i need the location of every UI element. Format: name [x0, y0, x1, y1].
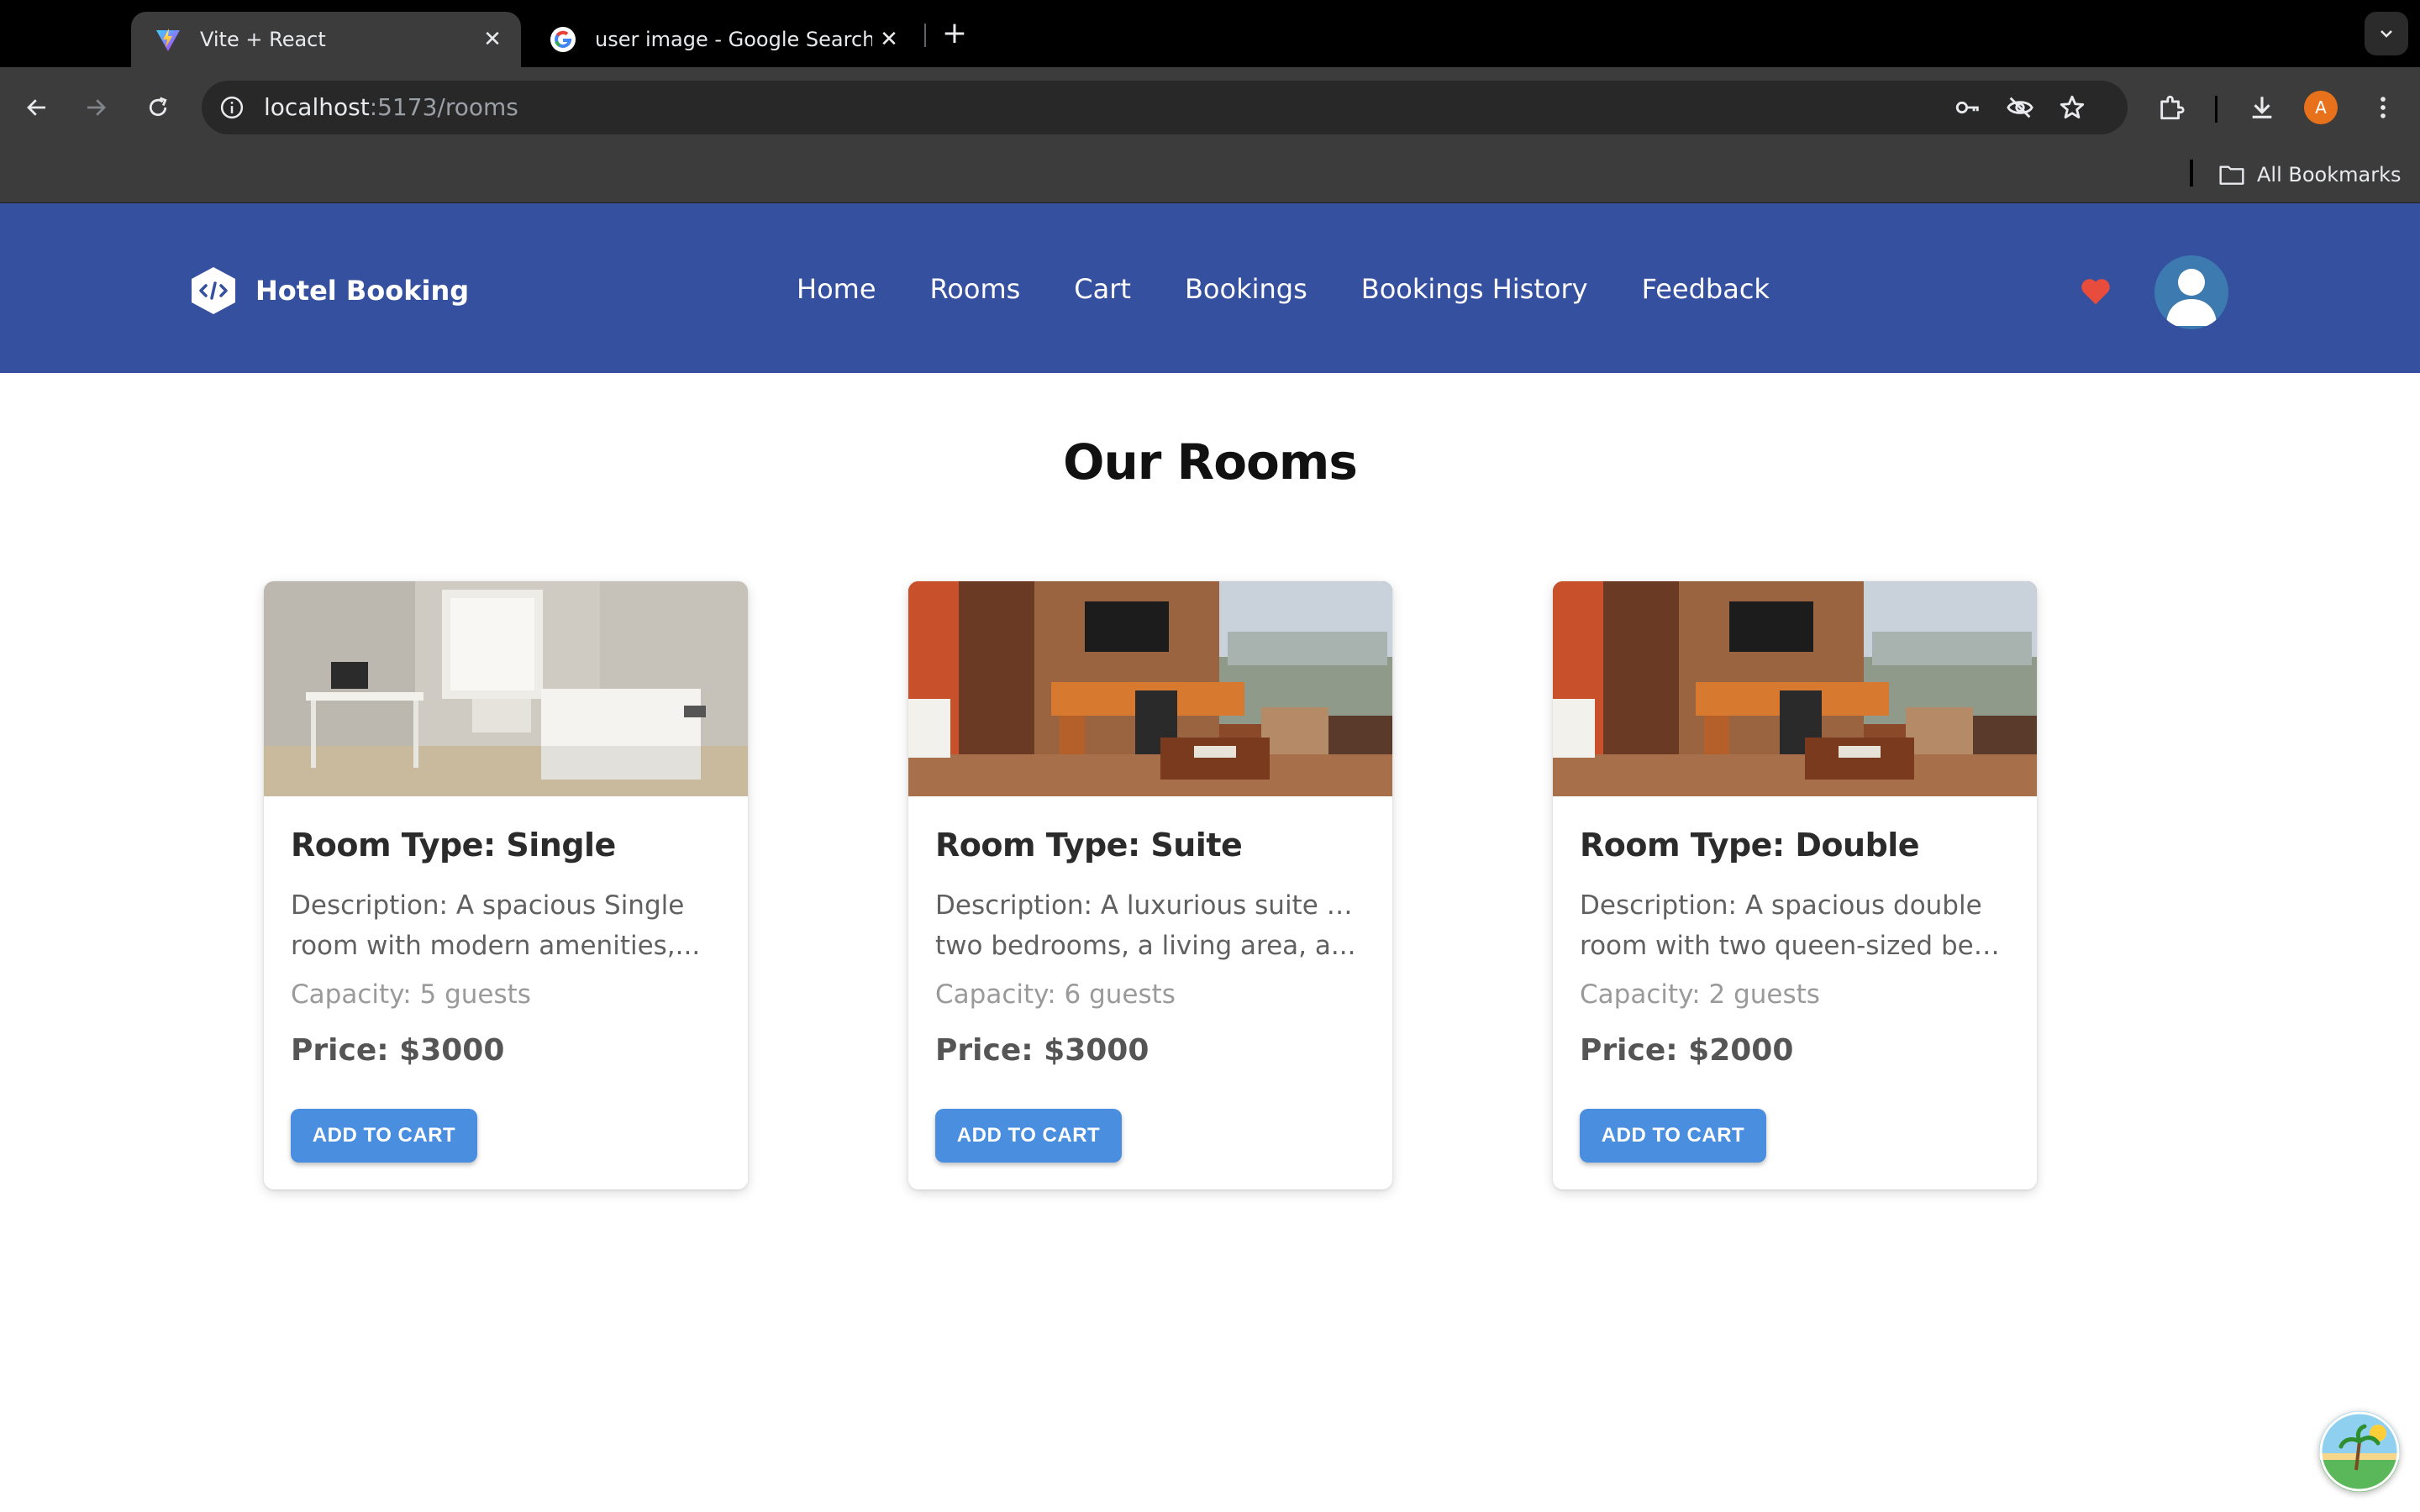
eye-off-icon[interactable] — [2003, 91, 2037, 124]
nav-cart[interactable]: Cart — [1074, 273, 1131, 305]
close-tab-icon[interactable]: ✕ — [476, 23, 509, 56]
room-capacity: Capacity: 6 guests — [935, 979, 1176, 1010]
brand-name: Hotel Booking — [255, 275, 470, 307]
floating-beach-badge-icon[interactable] — [2319, 1411, 2400, 1492]
room-type: Room Type: Suite — [935, 827, 1243, 864]
toolbar-divider — [2215, 96, 2217, 123]
add-to-cart-button[interactable]: ADD TO CART — [291, 1109, 477, 1163]
room-card-double: Room Type: Double Description: A spaciou… — [1553, 581, 2037, 1189]
room-description: Description: A luxurious suite with two … — [935, 890, 1365, 961]
brand-link[interactable]: Hotel Booking — [190, 265, 469, 316]
reload-icon[interactable] — [138, 87, 178, 128]
tab-title: user image - Google Search — [595, 28, 872, 51]
room-type: Room Type: Double — [1580, 827, 1920, 864]
browser-tab-vite[interactable]: Vite + React ✕ — [131, 12, 521, 67]
nav-bookings[interactable]: Bookings — [1185, 273, 1307, 305]
new-tab-icon[interactable]: + — [938, 15, 971, 52]
forward-arrow-icon[interactable] — [76, 87, 116, 128]
address-bar[interactable]: localhost:5173/rooms — [202, 81, 2128, 134]
all-bookmarks-button[interactable]: All Bookmarks — [2218, 155, 2401, 195]
profile-avatar[interactable]: A — [2304, 91, 2338, 124]
folder-icon — [2219, 165, 2244, 185]
tab-search-chevron-down-icon[interactable] — [2365, 12, 2408, 55]
tab-title: Vite + React — [200, 28, 326, 51]
page-title: Our Rooms — [1063, 433, 1358, 491]
room-price: Price: $3000 — [935, 1033, 1150, 1068]
bookmarks-separator — [2190, 160, 2193, 186]
site-header: Hotel Booking Home Rooms Cart Bookings B… — [0, 203, 2420, 373]
nav-home[interactable]: Home — [797, 273, 876, 305]
room-card-single: Room Type: Single Description: A spaciou… — [264, 581, 748, 1189]
site-info-icon[interactable] — [215, 91, 249, 124]
password-key-icon[interactable] — [1951, 91, 1985, 124]
tab-separator — [924, 24, 926, 47]
room-capacity: Capacity: 2 guests — [1580, 979, 1820, 1010]
all-bookmarks-label: All Bookmarks — [2257, 163, 2402, 186]
back-arrow-icon[interactable] — [17, 87, 57, 128]
room-price: Price: $2000 — [1580, 1033, 1794, 1068]
nav-feedback[interactable]: Feedback — [1642, 273, 1770, 305]
download-icon[interactable] — [2242, 87, 2282, 128]
room-photo-single — [264, 581, 748, 796]
room-price: Price: $3000 — [291, 1033, 505, 1068]
main-nav: Home Rooms Cart Bookings Bookings Histor… — [797, 264, 1770, 314]
browser-tab-google[interactable]: user image - Google Search ✕ — [526, 12, 918, 67]
room-type: Room Type: Single — [291, 827, 616, 864]
user-avatar[interactable] — [2154, 255, 2228, 329]
browser-menu-icon[interactable] — [2363, 87, 2403, 128]
room-card-suite: Room Type: Suite Description: A luxuriou… — [908, 581, 1392, 1189]
room-description: Description: A spacious double room with… — [1580, 890, 2010, 961]
code-logo-icon — [192, 267, 235, 314]
add-to-cart-button[interactable]: ADD TO CART — [935, 1109, 1122, 1163]
room-photo-suite — [908, 581, 1392, 796]
browser-tab-strip: Vite + React ✕ user image - Google Searc… — [0, 0, 2420, 67]
google-icon — [550, 26, 576, 53]
nav-bookings-history[interactable]: Bookings History — [1361, 273, 1588, 305]
room-photo-double — [1553, 581, 2037, 796]
user-silhouette-icon — [2166, 269, 2217, 326]
bookmarks-bar: All Bookmarks — [0, 148, 2420, 203]
bookmark-star-icon[interactable] — [2055, 91, 2089, 124]
close-tab-icon[interactable]: ✕ — [872, 23, 906, 56]
nav-rooms[interactable]: Rooms — [930, 273, 1021, 305]
vite-icon — [155, 26, 182, 53]
url-text: localhost:5173/rooms — [264, 93, 518, 121]
browser-toolbar: localhost:5173/rooms A — [0, 67, 2420, 148]
room-capacity: Capacity: 5 guests — [291, 979, 531, 1010]
add-to-cart-button[interactable]: ADD TO CART — [1580, 1109, 1766, 1163]
heart-icon[interactable] — [2079, 276, 2112, 306]
extensions-puzzle-icon[interactable] — [2151, 87, 2191, 128]
room-description: Description: A spacious Single room with… — [291, 890, 701, 961]
